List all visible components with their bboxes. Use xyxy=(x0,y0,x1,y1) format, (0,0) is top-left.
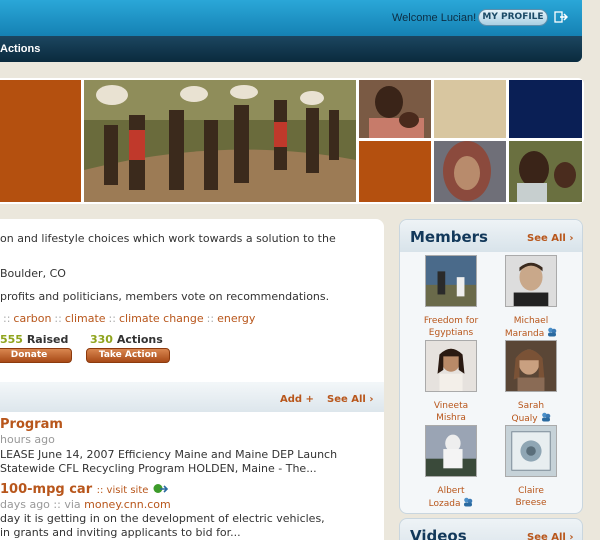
item-2-meta: days ago :: via money.cnn.com xyxy=(0,498,171,511)
item-1-text-line1: LEASE June 14, 2007 Efficiency Maine and… xyxy=(0,448,338,461)
member-name: Freedom for Egyptians xyxy=(411,315,491,339)
tag-climate-change[interactable]: climate change xyxy=(119,312,204,325)
friend-icon xyxy=(464,497,473,507)
actions-number: 330 xyxy=(90,333,113,346)
member-avatar xyxy=(505,425,557,477)
tag-separator: :: xyxy=(3,312,11,325)
list-header: Add + See All › xyxy=(0,382,384,412)
member-name-line1: Sarah xyxy=(517,401,545,411)
banner-main-photo xyxy=(84,80,356,202)
member-name-line1: Albert xyxy=(437,486,465,496)
banner-rust-block xyxy=(359,141,431,202)
members-see-all-link[interactable]: See All › xyxy=(527,233,573,244)
member-name: Michael Maranda xyxy=(491,315,571,340)
item-2-title[interactable]: 100-mpg car xyxy=(0,482,92,497)
tag-list: :: carbon:: climate:: climate change:: energ… xyxy=(0,312,255,325)
member-avatar xyxy=(425,340,477,392)
photo-banner xyxy=(0,78,584,204)
member-name-line2: Mishra xyxy=(436,413,466,423)
tag-separator: :: xyxy=(54,312,62,325)
raised-stat: 555 Raised xyxy=(0,333,68,346)
cause-vote-note: profits and politicians, members vote on… xyxy=(0,290,330,303)
members-title: Members xyxy=(410,228,488,246)
banner-photo-mother-child xyxy=(359,80,431,138)
external-link-icon xyxy=(153,484,169,493)
member-card[interactable]: Claire Breese xyxy=(491,425,571,509)
member-name-line2: Maranda xyxy=(504,329,545,339)
member-avatar xyxy=(425,255,477,307)
item-2-text-line2: in grants and inviting applicants to bid… xyxy=(0,526,241,539)
banner-color-block xyxy=(0,80,81,202)
member-name: Vineeta Mishra xyxy=(411,400,491,424)
member-name: Claire Breese xyxy=(491,485,571,509)
actions-stat: 330 Actions xyxy=(90,333,163,346)
tag-energy[interactable]: energy xyxy=(217,312,255,325)
item-1-title[interactable]: Program xyxy=(0,417,63,432)
member-name-line1: Michael xyxy=(513,316,549,326)
tag-separator: :: xyxy=(206,312,215,325)
add-button[interactable]: Add + xyxy=(280,394,314,405)
visit-site-link[interactable]: :: visit site xyxy=(97,485,149,496)
members-header: Members See All › xyxy=(400,220,582,252)
member-avatar xyxy=(505,340,557,392)
friend-icon xyxy=(548,327,557,337)
take-action-button[interactable]: Take Action xyxy=(86,348,170,363)
nav-item-actions[interactable]: Actions xyxy=(0,43,40,55)
main-nav: Actions xyxy=(0,36,582,62)
member-avatar xyxy=(425,425,477,477)
friend-icon xyxy=(541,412,550,422)
member-name-line2: Breese xyxy=(515,498,547,508)
tag-climate[interactable]: climate xyxy=(65,312,106,325)
videos-title: Videos xyxy=(410,527,467,540)
member-name-line1: Vineeta xyxy=(433,401,469,411)
banner-photo-children xyxy=(509,141,582,202)
item-1-text-line2: Statewide CFL Recycling Program HOLDEN, … xyxy=(0,462,317,475)
my-profile-button[interactable]: MY PROFILE xyxy=(478,9,548,26)
videos-see-all-link[interactable]: See All › xyxy=(527,532,573,540)
tag-carbon[interactable]: carbon xyxy=(13,312,51,325)
member-name: Sarah Qualy xyxy=(491,400,571,425)
member-card[interactable]: Albert Lozada xyxy=(411,425,491,510)
cause-location: Boulder, CO xyxy=(0,267,66,280)
member-avatar xyxy=(505,255,557,307)
member-name-line2: Egyptians xyxy=(428,328,474,338)
videos-panel: Videos See All › xyxy=(399,518,583,540)
member-name-line2: Qualy xyxy=(511,414,538,424)
members-panel: Members See All › Freedom for Egyptians M… xyxy=(399,219,583,514)
welcome-text: Welcome Lucian! xyxy=(392,12,477,24)
member-name: Albert Lozada xyxy=(411,485,491,510)
raised-number: 555 xyxy=(0,333,23,346)
banner-photo-woman-scarf xyxy=(434,141,506,202)
logout-icon[interactable] xyxy=(554,10,568,24)
item-1-meta: hours ago xyxy=(0,433,55,446)
item-2-text-line1: day it is getting in on the development … xyxy=(0,512,325,525)
item-2-source-link[interactable]: money.cnn.com xyxy=(84,498,171,511)
banner-navy-block xyxy=(509,80,582,138)
tag-separator: :: xyxy=(108,312,116,325)
member-name-line1: Freedom for xyxy=(423,316,479,326)
banner-beige-block xyxy=(434,80,506,138)
cause-description: on and lifestyle choices which work towa… xyxy=(0,232,336,245)
member-card[interactable]: Sarah Qualy xyxy=(491,340,571,425)
member-name-line1: Claire xyxy=(518,486,544,496)
see-all-link[interactable]: See All › xyxy=(327,394,373,405)
donate-button[interactable]: Donate xyxy=(0,348,72,363)
member-name-line2: Lozada xyxy=(428,499,461,509)
item-2-time: days ago :: via xyxy=(0,498,81,511)
raised-label: Raised xyxy=(26,333,69,346)
member-card[interactable]: Freedom for Egyptians xyxy=(411,255,491,339)
member-card[interactable]: Vineeta Mishra xyxy=(411,340,491,424)
item-2-title-row: 100-mpg car :: visit site xyxy=(0,482,169,497)
cause-panel: on and lifestyle choices which work towa… xyxy=(0,219,384,540)
actions-label: Actions xyxy=(116,333,163,346)
member-card[interactable]: Michael Maranda xyxy=(491,255,571,340)
